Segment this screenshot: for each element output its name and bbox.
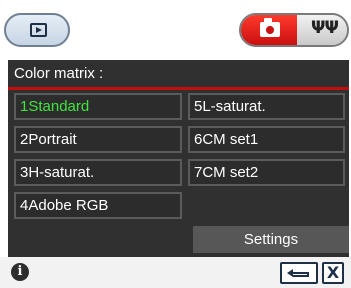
camera-icon bbox=[260, 18, 280, 37]
playback-icon bbox=[30, 23, 47, 37]
option-3h-saturat[interactable]: 3H-saturat. bbox=[14, 159, 182, 186]
setup-mode-button[interactable]: ΨΨ bbox=[297, 15, 347, 45]
camera-mode-button[interactable] bbox=[241, 15, 297, 45]
bottom-bar: i X bbox=[0, 257, 351, 288]
option-1standard[interactable]: 1Standard bbox=[14, 93, 182, 120]
mode-toggle[interactable]: ΨΨ bbox=[239, 13, 349, 47]
option-6cm-set1[interactable]: 6CM set1 bbox=[188, 126, 345, 153]
option-7cm-set2[interactable]: 7CM set2 bbox=[188, 159, 345, 186]
return-arrow-icon bbox=[287, 269, 309, 277]
close-button[interactable]: X bbox=[322, 262, 344, 284]
settings-button[interactable]: Settings bbox=[193, 226, 349, 253]
option-5l-saturat[interactable]: 5L-saturat. bbox=[188, 93, 345, 120]
option-2portrait[interactable]: 2Portrait bbox=[14, 126, 182, 153]
color-matrix-panel: Color matrix : 1Standard 2Portrait 3H-sa… bbox=[8, 60, 349, 257]
panel-header: Color matrix : bbox=[8, 60, 349, 88]
return-button[interactable] bbox=[280, 262, 318, 284]
tools-icon: ΨΨ bbox=[311, 18, 339, 38]
option-4adobe-rgb[interactable]: 4Adobe RGB bbox=[14, 192, 182, 219]
top-bar: ΨΨ bbox=[0, 0, 351, 60]
header-divider bbox=[8, 87, 349, 90]
info-icon[interactable]: i bbox=[11, 263, 29, 281]
page-title: Color matrix : bbox=[14, 65, 104, 82]
playback-button[interactable] bbox=[4, 13, 70, 47]
